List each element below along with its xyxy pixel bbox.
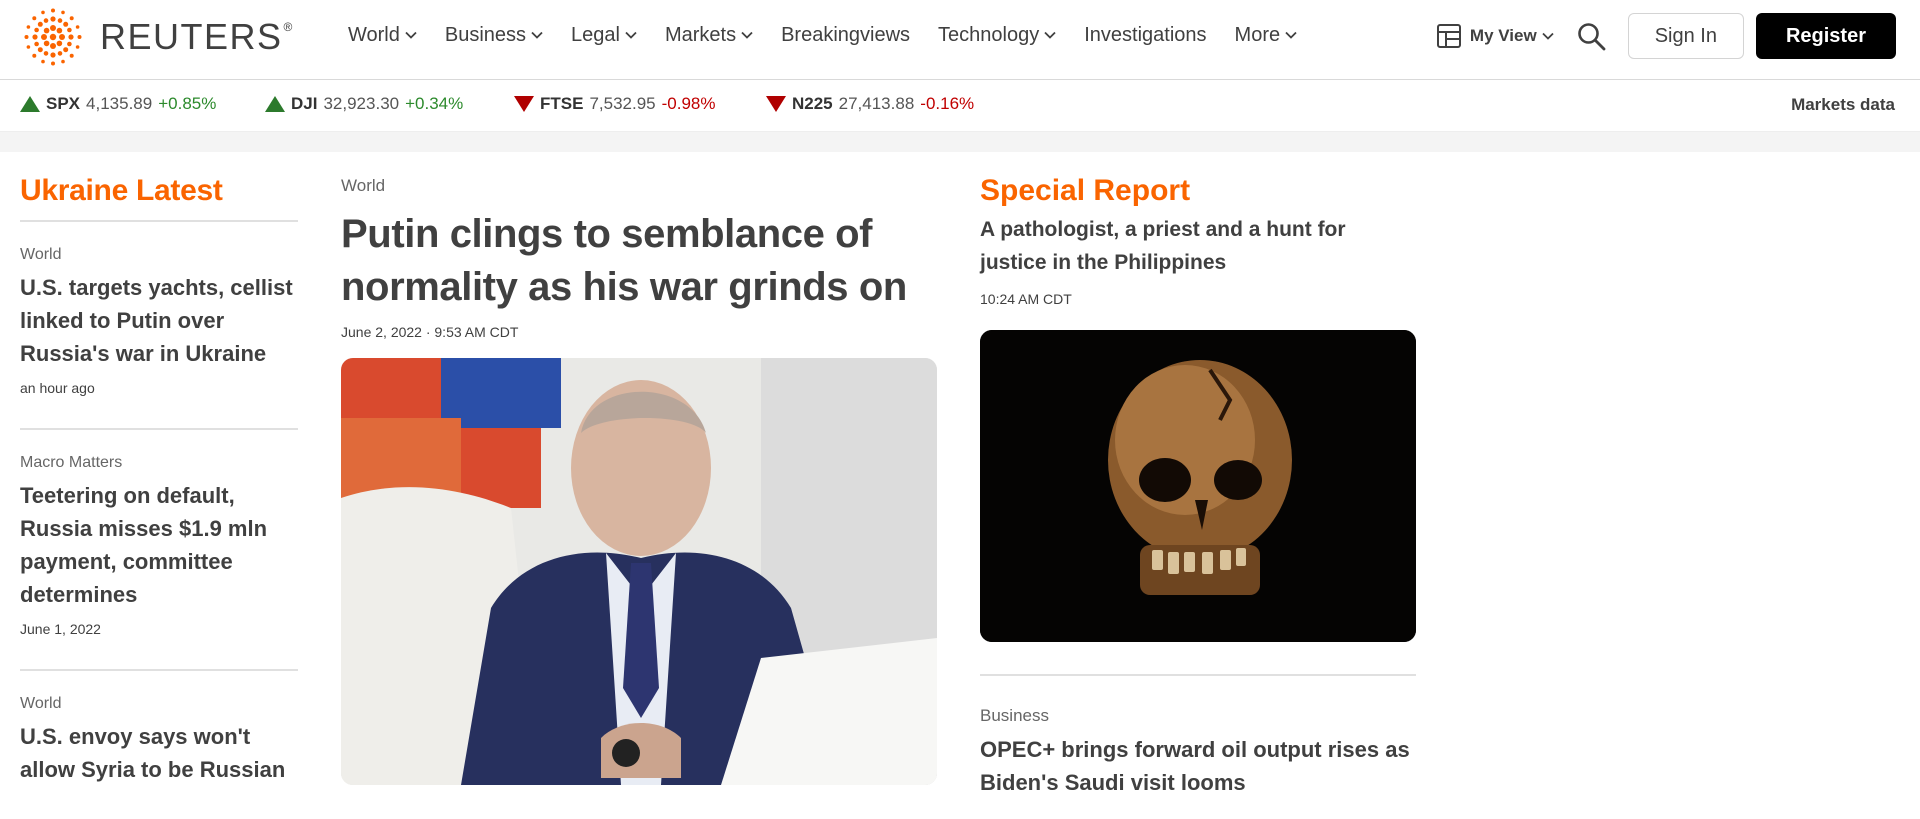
section-divider [980, 674, 1416, 676]
story-headline[interactable]: U.S. targets yachts, cellist linked to P… [20, 272, 298, 370]
nav-investigations[interactable]: Investigations [1084, 24, 1206, 47]
nav-legal[interactable]: Legal [571, 24, 637, 47]
story-time: an hour ago [20, 380, 95, 397]
skull-photo-placeholder [980, 330, 1416, 642]
nav-breakingviews[interactable]: Breakingviews [781, 24, 910, 47]
story-kicker[interactable]: World [341, 176, 937, 196]
search-icon[interactable] [1576, 21, 1606, 51]
special-report-section: Special Report A pathologist, a priest a… [980, 174, 1416, 795]
ticker-item-spx[interactable]: SPX 4,135.89 +0.85% [20, 94, 216, 114]
nav-more[interactable]: More [1235, 24, 1298, 47]
ticker-value: 32,923.30 [323, 94, 400, 113]
putin-photo-placeholder [341, 358, 937, 785]
section-title[interactable]: Ukraine Latest [20, 174, 298, 208]
chevron-down-icon [405, 31, 417, 39]
ticker-item-n225[interactable]: N225 27,413.88 -0.16% [766, 94, 974, 114]
main-nav: World Business Legal Markets Breakingvie… [348, 0, 1325, 70]
ticker-change: -0.16% [920, 94, 975, 113]
layout-icon [1436, 24, 1461, 48]
ticker-item-ftse[interactable]: FTSE 7,532.95 -0.98% [514, 94, 716, 114]
markets-data-link[interactable]: Markets data [1791, 95, 1895, 115]
story-kicker[interactable]: Business [980, 706, 1416, 726]
ticker-symbol: DJI [291, 94, 318, 113]
chevron-down-icon [625, 31, 637, 39]
chevron-down-icon [1285, 31, 1297, 39]
up-arrow-icon [20, 96, 40, 112]
nav-technology[interactable]: Technology [938, 24, 1056, 47]
up-arrow-icon [265, 96, 285, 112]
list-item: World U.S. targets yachts, cellist linke… [20, 222, 298, 431]
story-headline[interactable]: Teetering on default, Russia misses $1.9… [20, 480, 298, 611]
story-headline[interactable]: A pathologist, a priest and a hunt for j… [980, 214, 1416, 279]
story-time: June 1, 2022 [20, 621, 101, 638]
header-actions: My View Sign In Register [1436, 13, 1896, 59]
down-arrow-icon [514, 96, 534, 112]
my-view-label: My View [1469, 26, 1537, 45]
list-item: Business OPEC+ brings forward oil output… [980, 706, 1416, 800]
reuters-logo-icon [24, 8, 82, 66]
down-arrow-icon [766, 96, 786, 112]
story-kicker[interactable]: World [20, 695, 298, 713]
ticker-change: +0.34% [405, 94, 464, 113]
chevron-down-icon [1542, 32, 1554, 40]
site-header: REUTERS® World Business Legal Markets Br… [0, 0, 1920, 80]
lead-story: World Putin clings to semblance of norma… [341, 176, 937, 785]
story-time: 10:24 AM CDT [980, 291, 1072, 308]
my-view-menu[interactable]: My View [1436, 23, 1554, 49]
list-item: Macro Matters Teetering on default, Russ… [20, 430, 298, 672]
nav-markets[interactable]: Markets [665, 24, 753, 47]
story-kicker[interactable]: World [20, 246, 298, 264]
logo-wordmark: REUTERS® [100, 16, 294, 57]
ticker-change: -0.98% [661, 94, 716, 113]
ticker-symbol: SPX [46, 94, 81, 113]
story-kicker[interactable]: Macro Matters [20, 454, 298, 472]
section-title[interactable]: Special Report [980, 174, 1416, 208]
ticker-value: 7,532.95 [589, 94, 656, 113]
ticker-value: 27,413.88 [838, 94, 915, 113]
lead-headline[interactable]: Putin clings to semblance of normality a… [341, 208, 937, 314]
ticker-item-dji[interactable]: DJI 32,923.30 +0.34% [265, 94, 463, 114]
special-report-image[interactable] [980, 330, 1416, 642]
market-ticker: SPX 4,135.89 +0.85% DJI 32,923.30 +0.34%… [0, 80, 1920, 132]
list-item: World U.S. envoy says won't allow Syria … [20, 671, 298, 819]
story-headline[interactable]: U.S. envoy says won't allow Syria to be … [20, 721, 298, 787]
ticker-value: 4,135.89 [86, 94, 153, 113]
nav-world[interactable]: World [348, 24, 417, 47]
reuters-logo[interactable]: REUTERS® [20, 5, 294, 69]
chevron-down-icon [1044, 31, 1056, 39]
chevron-down-icon [531, 31, 543, 39]
chevron-down-icon [741, 31, 753, 39]
ukraine-latest-section: Ukraine Latest World U.S. targets yachts… [20, 150, 298, 819]
story-time: June 2, 2022 · 9:53 AM CDT [341, 324, 519, 341]
lead-story-image[interactable] [341, 358, 937, 785]
sign-in-button[interactable]: Sign In [1627, 13, 1744, 59]
ticker-symbol: FTSE [540, 94, 584, 113]
register-button[interactable]: Register [1755, 13, 1896, 59]
divider-band [0, 132, 1920, 152]
ticker-change: +0.85% [158, 94, 217, 113]
nav-business[interactable]: Business [445, 24, 543, 47]
story-headline[interactable]: OPEC+ brings forward oil output rises as… [980, 734, 1416, 800]
ticker-symbol: N225 [792, 94, 833, 113]
